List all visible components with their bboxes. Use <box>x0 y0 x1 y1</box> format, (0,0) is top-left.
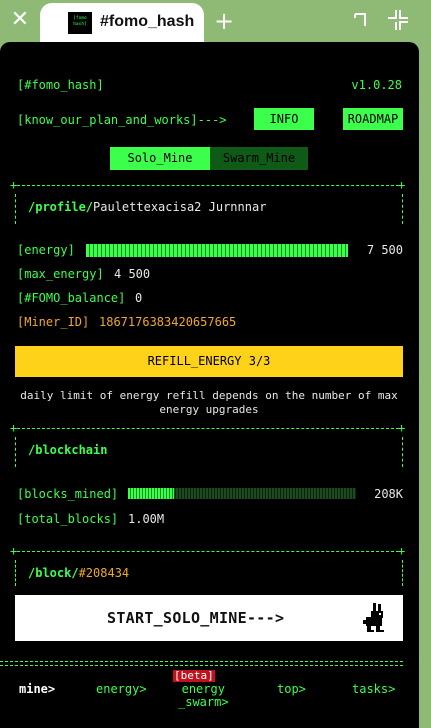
brand-title: [#fomo_hash] <box>17 78 104 92</box>
max-energy-value: 4 500 <box>114 267 151 281</box>
blocks-mined-label: [blocks_mined] <box>17 487 119 501</box>
roadmap-button[interactable]: ROADMAP <box>343 108 403 130</box>
blocks-mined-value: 208K <box>374 487 403 501</box>
active-tab[interactable]: [fomo hash] #fomo_hash <box>40 3 204 44</box>
energy-label: [energy] <box>17 243 75 257</box>
nav-energy-swarm[interactable]: energy _swarm> <box>178 683 229 709</box>
tab-swarm-mine[interactable]: Swarm_Mine <box>210 147 308 170</box>
plan-link[interactable]: [know_our_plan_and_works]---> <box>17 113 227 127</box>
box-border-left <box>15 437 16 467</box>
balance-value: 0 <box>135 291 143 305</box>
block-number: #208434 <box>78 566 130 580</box>
start-solo-mine-button[interactable]: START_SOLO_MINE---> <box>15 595 403 641</box>
energy-bar <box>86 244 348 257</box>
nav-mine[interactable]: mine> <box>19 682 55 696</box>
beta-badge: [beta] <box>173 669 215 682</box>
restore-window-icon[interactable] <box>351 8 375 32</box>
nav-energy[interactable]: energy> <box>96 682 147 696</box>
refill-energy-button[interactable]: REFILL_ENERGY 3/3 <box>15 346 403 377</box>
blocks-mined-bar-fill <box>128 488 174 499</box>
tab-favicon: [fomo hash] <box>68 12 92 34</box>
energy-value: 7 500 <box>366 243 403 257</box>
collapse-window-icon[interactable] <box>386 8 410 32</box>
balance-label: [#FOMO_balance] <box>17 291 126 305</box>
box-border-right <box>402 194 403 224</box>
nav-divider <box>0 661 403 662</box>
nav-tasks[interactable]: tasks> <box>352 682 395 696</box>
box-border-right <box>402 437 403 467</box>
divider <box>12 551 404 552</box>
rabbit-icon <box>363 603 384 632</box>
info-button[interactable]: INFO <box>254 108 314 130</box>
blockchain-title: /blockchain <box>28 443 108 457</box>
box-border-left <box>15 560 16 586</box>
close-icon[interactable]: ✕ <box>8 8 32 32</box>
max-energy-label: [max_energy] <box>17 267 104 281</box>
tab-solo-mine[interactable]: Solo_Mine <box>110 147 210 170</box>
box-border-left <box>15 194 16 224</box>
divider <box>12 185 404 186</box>
corner-plus: + <box>398 544 406 558</box>
nav-top[interactable]: top> <box>277 682 306 696</box>
corner-plus: + <box>398 421 406 435</box>
nav-divider <box>0 665 403 666</box>
refill-note: daily limit of energy refill depends on … <box>20 389 398 416</box>
divider <box>12 428 404 429</box>
miner-id-value: 1867176383420657665 <box>99 315 237 329</box>
version-label: v1.0.28 <box>351 78 402 92</box>
tab-title: #fomo_hash <box>100 13 195 30</box>
profile-path-label: /profile/ <box>28 200 94 214</box>
miner-id-label: [Miner_ID] <box>17 315 90 329</box>
corner-plus: + <box>398 178 406 192</box>
new-tab-icon[interactable]: + <box>214 8 234 34</box>
box-border-right <box>402 560 403 586</box>
block-row: /block/#208434 <box>28 566 129 580</box>
app-panel: [#fomo_hash] v1.0.28 [know_our_plan_and_… <box>0 42 419 728</box>
browser-tab-bar: ✕ [fomo hash] #fomo_hash + <box>0 0 431 44</box>
profile-name: Paulettexacisa2 Jurnnnar <box>93 200 267 214</box>
nav-energy-swarm-line2: _swarm> <box>178 695 229 709</box>
start-label: START_SOLO_MINE---> <box>107 609 285 627</box>
profile-row: /profile/Paulettexacisa2 Jurnnnar <box>28 200 266 214</box>
blocks-mined-bar <box>128 488 356 499</box>
block-path-label: /block/ <box>28 566 79 580</box>
total-blocks-value: 1.00M <box>128 512 165 526</box>
total-blocks-label: [total_blocks] <box>17 512 119 526</box>
